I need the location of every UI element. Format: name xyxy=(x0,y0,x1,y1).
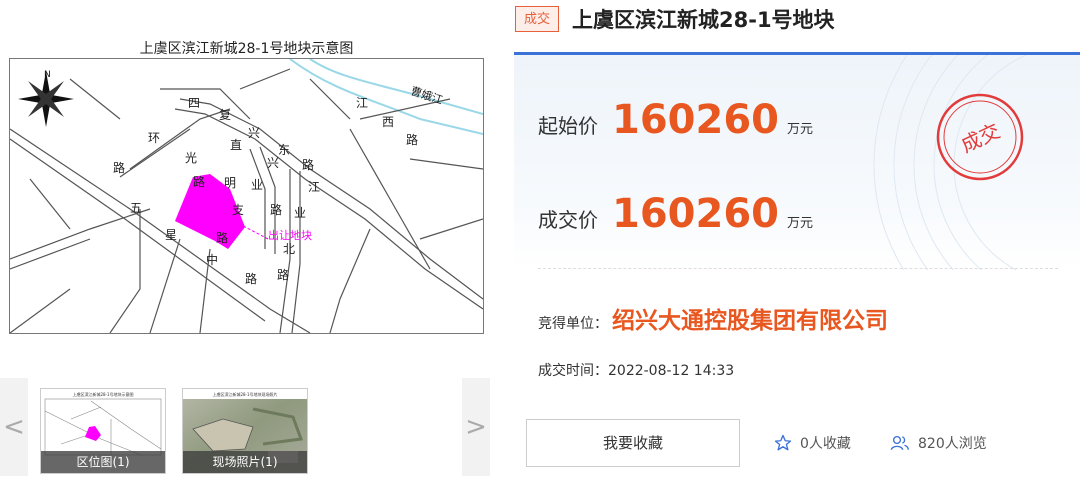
winner-row: 竞得单位： 绍兴大通控股集团有限公司 xyxy=(538,301,888,335)
deal-price-unit: 万元 xyxy=(787,216,814,231)
deal-price-value: 160260 xyxy=(612,191,779,237)
status-badge: 成交 xyxy=(515,6,559,32)
svg-text:西: 西 xyxy=(382,115,394,129)
start-price-unit: 万元 xyxy=(787,122,814,137)
svg-text:路: 路 xyxy=(113,160,125,175)
page-title: 上虞区滨江新城28-1号地块 xyxy=(572,8,835,32)
svg-text:北: 北 xyxy=(283,242,295,256)
map-drawing: N 四 环 路 复 兴 直 光 明 路 支 路 五 星 中 路 东 兴 路 业 … xyxy=(10,59,483,333)
svg-text:上虞区滨江新城28-1号地块现场照片: 上虞区滨江新城28-1号地块现场照片 xyxy=(212,391,277,397)
thumbnail-strip: < 上虞区滨江新城28-1号地块示意图 区位图(1) 上虞区滨江新城28-1号地… xyxy=(0,378,490,476)
svg-text:星: 星 xyxy=(165,228,177,242)
svg-text:成交: 成交 xyxy=(957,119,1003,158)
svg-text:中: 中 xyxy=(206,252,218,267)
svg-text:业: 业 xyxy=(251,178,263,192)
prev-arrow-button[interactable]: < xyxy=(0,378,28,476)
price-panel: 起始价 160260 万元 成交价 160260 万元 成交 竞得单位： 绍兴大通控股集团… xyxy=(514,55,1080,494)
start-price-row: 起始价 160260 万元 xyxy=(538,97,813,143)
svg-text:东: 东 xyxy=(278,143,290,157)
svg-text:直: 直 xyxy=(230,138,242,152)
thumbnail-location-map[interactable]: 上虞区滨江新城28-1号地块示意图 区位图(1) xyxy=(40,388,166,474)
winner-label: 竞得单位： xyxy=(538,316,608,332)
svg-text:支: 支 xyxy=(232,203,244,217)
favorites-stat[interactable]: 0人收藏 xyxy=(774,433,851,453)
svg-text:明: 明 xyxy=(224,176,236,190)
svg-text:五: 五 xyxy=(130,201,142,215)
svg-text:路: 路 xyxy=(245,271,257,286)
deal-time: 成交时间：2022-08-12 14:33 xyxy=(538,363,735,379)
svg-text:路: 路 xyxy=(270,202,282,217)
map-title: 上虞区滨江新城28-1号地块示意图 xyxy=(139,41,354,57)
svg-text:江: 江 xyxy=(308,180,320,194)
parcel-label: 出让地块 xyxy=(268,228,312,242)
winner-value: 绍兴大通控股集团有限公司 xyxy=(612,308,888,334)
star-icon xyxy=(774,434,792,451)
section-divider xyxy=(538,268,1058,269)
svg-text:兴: 兴 xyxy=(248,126,260,140)
svg-text:复: 复 xyxy=(219,108,231,122)
thumbnail-site-photo[interactable]: 上虞区滨江新城28-1号地块现场照片 现场照片(1) xyxy=(182,388,308,474)
thumbnail-caption: 区位图(1) xyxy=(41,451,165,473)
favorites-count: 0人收藏 xyxy=(800,436,851,452)
svg-text:N: N xyxy=(44,70,51,80)
views-count: 820人浏览 xyxy=(918,436,987,452)
svg-text:路: 路 xyxy=(193,174,205,189)
next-arrow-button[interactable]: > xyxy=(462,378,490,476)
favorite-button[interactable]: 我要收藏 xyxy=(526,419,740,467)
svg-text:兴: 兴 xyxy=(267,156,279,170)
deal-price-label: 成交价 xyxy=(538,208,598,232)
thumbnail-caption: 现场照片(1) xyxy=(183,451,307,473)
svg-text:业: 业 xyxy=(294,206,306,220)
location-map: N 四 环 路 复 兴 直 光 明 路 支 路 五 星 中 路 东 兴 路 业 … xyxy=(9,58,484,334)
svg-text:路: 路 xyxy=(216,230,228,245)
svg-text:路: 路 xyxy=(277,267,289,282)
svg-text:路: 路 xyxy=(302,157,314,172)
start-price-label: 起始价 xyxy=(538,114,598,138)
deal-stamp-icon: 成交 xyxy=(936,93,1024,181)
views-stat: 820人浏览 xyxy=(890,433,987,453)
svg-text:四: 四 xyxy=(188,96,200,110)
start-price-value: 160260 xyxy=(612,97,779,143)
svg-text:环: 环 xyxy=(148,131,160,145)
svg-text:路: 路 xyxy=(406,132,418,147)
svg-text:上虞区滨江新城28-1号地块示意图: 上虞区滨江新城28-1号地块示意图 xyxy=(72,391,133,397)
deal-price-row: 成交价 160260 万元 xyxy=(538,191,813,237)
svg-text:江: 江 xyxy=(356,96,368,110)
users-icon xyxy=(890,435,909,450)
svg-text:光: 光 xyxy=(185,151,197,165)
